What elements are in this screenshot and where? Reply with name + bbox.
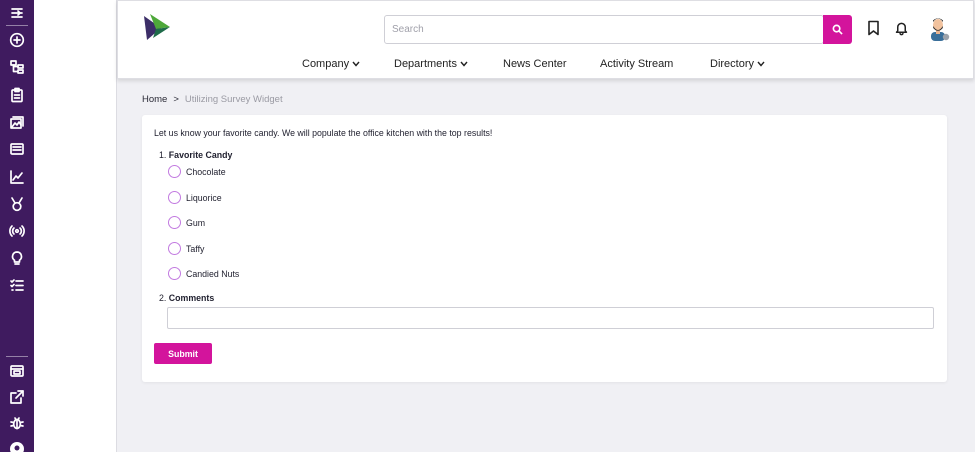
nav-company-label: Company xyxy=(302,58,350,70)
option-label: Gum xyxy=(186,217,206,228)
radio-button[interactable] xyxy=(168,267,181,280)
question-number: 2. xyxy=(159,293,167,303)
nav-directory[interactable]: Directory xyxy=(710,57,765,71)
option-label: Taffy xyxy=(186,243,205,254)
chevron-down-icon xyxy=(757,61,765,67)
option-gum[interactable]: Gum xyxy=(168,216,205,229)
images-icon[interactable] xyxy=(8,113,26,131)
sidebar-divider xyxy=(6,25,28,26)
survey-intro: Let us know your favorite candy. We will… xyxy=(154,128,493,138)
radio-button[interactable] xyxy=(168,191,181,204)
nav-departments[interactable]: Departments xyxy=(394,57,468,71)
user-avatar-icon[interactable] xyxy=(8,440,26,452)
breadcrumb-home[interactable]: Home xyxy=(142,94,167,105)
menu-icon[interactable] xyxy=(8,4,26,22)
bell-icon[interactable] xyxy=(893,19,909,37)
empty-panel xyxy=(34,0,116,452)
option-taffy[interactable]: Taffy xyxy=(168,242,204,255)
checklist-icon[interactable] xyxy=(8,276,26,294)
question-title: Comments xyxy=(168,293,215,303)
option-label: Candied Nuts xyxy=(186,268,240,279)
sidebar-divider-bottom xyxy=(6,356,28,357)
question-number: 1. xyxy=(159,150,167,160)
nav-directory-label: Directory xyxy=(710,58,755,70)
lightbulb-icon[interactable] xyxy=(8,249,26,267)
radio-button[interactable] xyxy=(168,216,181,229)
option-label: Liquorice xyxy=(186,192,222,203)
option-liquorice[interactable]: Liquorice xyxy=(168,191,222,204)
news-icon[interactable] xyxy=(8,140,26,158)
user-avatar[interactable] xyxy=(926,16,950,41)
clipboard-icon[interactable] xyxy=(8,86,26,104)
chart-line-icon[interactable] xyxy=(8,168,26,186)
browser-window-icon[interactable] xyxy=(8,362,26,380)
chevron-down-icon xyxy=(352,61,360,67)
breadcrumb-separator: > xyxy=(173,94,179,105)
nav-departments-label: Departments xyxy=(394,58,457,70)
radio-button[interactable] xyxy=(168,242,181,255)
medal-icon[interactable] xyxy=(8,195,26,213)
external-link-icon[interactable] xyxy=(8,388,26,406)
option-candied-nuts[interactable]: Candied Nuts xyxy=(168,267,239,280)
question-comments: 2. Comments xyxy=(159,293,214,303)
broadcast-icon[interactable] xyxy=(8,222,26,240)
left-sidebar xyxy=(0,0,34,452)
nav-activity-stream[interactable]: Activity Stream xyxy=(600,57,673,71)
top-header: Company Departments News Center Activity… xyxy=(117,0,974,79)
option-chocolate[interactable]: Chocolate xyxy=(168,165,226,178)
nav-news-center[interactable]: News Center xyxy=(503,57,567,71)
comments-field[interactable] xyxy=(167,307,934,329)
radio-button[interactable] xyxy=(168,165,181,178)
breadcrumb-current: Utilizing Survey Widget xyxy=(184,94,283,105)
brand-logo[interactable] xyxy=(144,14,172,42)
search-input[interactable] xyxy=(384,15,824,44)
option-label: Chocolate xyxy=(186,166,226,177)
submit-button[interactable]: Submit xyxy=(154,343,212,364)
survey-card: Let us know your favorite candy. We will… xyxy=(142,115,947,382)
chevron-down-icon xyxy=(460,61,468,67)
question-title: Favorite Candy xyxy=(168,150,233,160)
search-button[interactable] xyxy=(823,15,852,44)
nav-activity-stream-label: Activity Stream xyxy=(600,58,674,70)
main-content: Company Departments News Center Activity… xyxy=(116,0,975,452)
nav-company[interactable]: Company xyxy=(302,57,360,71)
nav-news-center-label: News Center xyxy=(503,58,567,70)
question-favorite-candy: 1. Favorite Candy xyxy=(159,150,232,160)
breadcrumb: Home > Utilizing Survey Widget xyxy=(142,94,283,105)
hierarchy-icon[interactable] xyxy=(8,58,26,76)
plus-circle-icon[interactable] xyxy=(8,31,26,49)
bug-icon[interactable] xyxy=(8,414,26,432)
search-icon xyxy=(832,24,843,35)
bookmark-icon[interactable] xyxy=(865,19,881,37)
